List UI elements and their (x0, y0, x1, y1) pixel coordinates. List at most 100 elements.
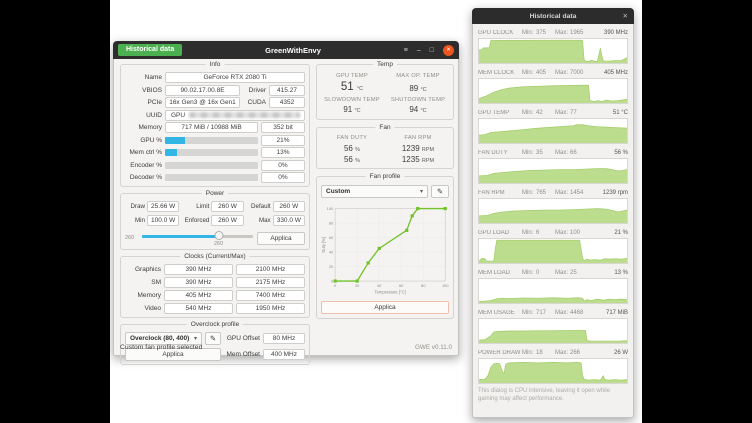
fan-profile-edit-button[interactable]: ✎ (431, 185, 449, 198)
power-frame: Power Draw 25.66 W Limit 260 W Default 2… (120, 193, 310, 250)
uuid-label: UUID (125, 112, 162, 119)
fan-curve-chart[interactable]: 020406080100020406080100Temperature [°C]… (321, 202, 449, 298)
current-value: 26 W (594, 350, 628, 356)
historical-section: GPU TEMP Min: 42 Max: 77 51 °C (478, 107, 628, 144)
max-label: Max: (555, 190, 570, 196)
clock-memory-current: 405 MHz (164, 290, 233, 301)
max-value: 266 (570, 350, 594, 356)
overclock-frame-label: Overclock profile (187, 321, 243, 329)
max-value: 4468 (570, 310, 594, 316)
svg-text:100: 100 (442, 283, 449, 288)
svg-text:Duty [%]: Duty [%] (321, 237, 326, 253)
historical-window-title: Historical data (530, 13, 577, 20)
power-draw-label: Draw (125, 203, 145, 210)
power-limit-slider[interactable]: 260 (142, 229, 253, 247)
max-value: 100 (570, 230, 594, 236)
history-graph (478, 318, 628, 344)
min-value: 35 (536, 150, 555, 156)
uuid-field: GPU (165, 110, 305, 121)
driver-label: Driver (243, 87, 266, 94)
min-value: 375 (536, 30, 555, 36)
historical-section: FAN DUTY Min: 35 Max: 66 56 % (478, 147, 628, 184)
metric-name: POWER DRAW (478, 350, 522, 356)
maximize-icon[interactable]: □ (430, 47, 434, 54)
min-value: 405 (536, 70, 555, 76)
power-apply-button[interactable]: Applica (257, 232, 305, 245)
svg-text:60: 60 (329, 235, 334, 240)
svg-text:40: 40 (377, 283, 382, 288)
history-graph (478, 118, 628, 144)
history-graph (478, 198, 628, 224)
vbios-label: VBIOS (125, 87, 162, 94)
min-label: Min: (522, 270, 536, 276)
close-icon[interactable]: ✕ (623, 8, 628, 24)
power-min-field: 100.0 W (147, 215, 179, 226)
min-value: 0 (536, 270, 555, 276)
fan-profile-apply-button[interactable]: Applica (321, 301, 449, 314)
power-limit-label: Limit (181, 203, 209, 210)
power-slider-handle[interactable] (214, 231, 223, 240)
fan-rpm-cell: FAN RPM 1239 RPM 1235 RPM (385, 135, 451, 164)
max-label: Max: (555, 30, 570, 36)
max-label: Max: (555, 110, 570, 116)
max-value: 77 (570, 110, 594, 116)
fan-profile-frame-label: Fan profile (366, 173, 405, 181)
metric-name: GPU LOAD (478, 230, 522, 236)
mem-ctrl-percent-label: Mem ctrl % (125, 149, 162, 156)
clock-memory-max: 7400 MHz (236, 290, 305, 301)
historical-section: MEM LOAD Min: 0 Max: 25 13 % (478, 267, 628, 304)
memory-usage-field: 717 MiB / 10988 MiB (165, 122, 258, 133)
fan-frame-label: Fan (375, 124, 394, 132)
minimize-icon[interactable]: – (417, 47, 421, 54)
close-icon[interactable]: ✕ (443, 45, 454, 56)
svg-text:80: 80 (329, 220, 334, 225)
main-body: Info Name GeForce RTX 2080 Ti VBIOS 90.0… (113, 59, 459, 356)
pcie-field: 16x Gen3 @ 16x Gen1 (165, 97, 240, 108)
max-value: 7000 (570, 70, 594, 76)
power-enforced-label: Enforced (181, 217, 209, 224)
svg-text:20: 20 (355, 283, 360, 288)
min-label: Min: (522, 190, 536, 196)
metric-name: MEM USAGE (478, 310, 522, 316)
historical-titlebar[interactable]: Historical data ✕ (472, 8, 634, 24)
vbios-field: 90.02.17.00.8E (165, 85, 240, 96)
historical-sections: GPU CLOCK Min: 375 Max: 1965 390 MHz MEM… (478, 27, 628, 384)
max-value: 25 (570, 270, 594, 276)
decoder-percent-field: 0% (261, 172, 305, 183)
metric-name: GPU CLOCK (478, 30, 522, 36)
power-max-field: 330.0 W (273, 215, 305, 226)
memory-label: Memory (125, 124, 162, 131)
fan-profile-frame: Fan profile Custom ▾ ✎ 02040608010002040… (316, 176, 454, 319)
historical-body: GPU CLOCK Min: 375 Max: 1965 390 MHz MEM… (472, 24, 634, 418)
name-label: Name (125, 74, 162, 81)
history-graph (478, 238, 628, 264)
decoder-percent-bar (165, 174, 258, 181)
current-value: 405 MHz (594, 70, 628, 76)
metric-name: MEM LOAD (478, 270, 522, 276)
min-label: Min: (522, 310, 536, 316)
gpu-offset-field: 80 MHz (263, 333, 305, 344)
clocks-frame-label: Clocks (Current/Max) (180, 253, 249, 261)
clock-graphics-label: Graphics (125, 266, 161, 273)
encoder-percent-bar (165, 162, 258, 169)
uuid-redacted (189, 112, 300, 118)
temp-frame: Temp GPU TEMP 51 °C MAX OP. TEMP 89 °C S… (316, 64, 454, 120)
statusbar: Custom fan profile selected GWE v0.11.0 (120, 344, 452, 351)
main-titlebar[interactable]: Historical data GreenWithEnvy ≡ – □ ✕ (113, 41, 459, 59)
clock-sm-label: SM (125, 279, 161, 286)
fan-profile-select[interactable]: Custom ▾ (321, 185, 428, 198)
power-frame-label: Power (202, 190, 228, 198)
current-value: 51 °C (594, 110, 628, 116)
historical-data-button[interactable]: Historical data (118, 44, 182, 56)
power-max-label: Max (246, 217, 271, 224)
max-label: Max: (555, 150, 570, 156)
pcie-label: PCIe (125, 99, 162, 106)
clock-sm-max: 2175 MHz (236, 277, 305, 288)
current-value: 390 MHz (594, 30, 628, 36)
max-value: 1965 (570, 30, 594, 36)
chevron-down-icon: ▾ (194, 335, 197, 342)
clock-memory-label: Memory (125, 292, 161, 299)
gpu-offset-label: GPU Offset (224, 335, 260, 342)
metric-name: FAN DUTY (478, 150, 522, 156)
menu-icon[interactable]: ≡ (404, 47, 408, 54)
